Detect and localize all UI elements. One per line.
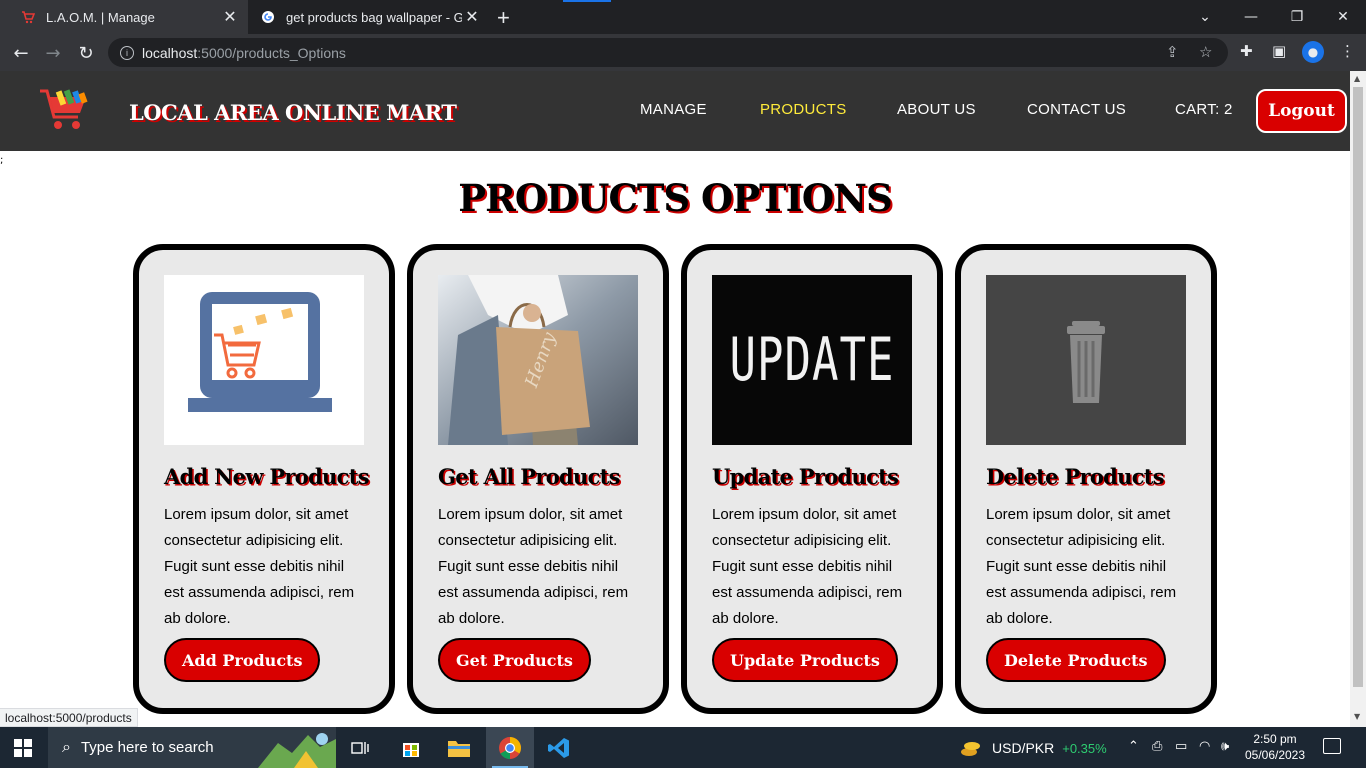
file-explorer-icon[interactable] xyxy=(435,727,483,768)
page-scrollbar[interactable]: ▲ ▼ xyxy=(1350,71,1366,727)
volume-icon[interactable]: 🕪 xyxy=(1221,739,1229,754)
tab-title: L.A.O.M. | Manage xyxy=(46,9,155,25)
brand-title[interactable]: LOCAL AREA ONLINE MART xyxy=(129,100,457,125)
delete-products-button[interactable]: Delete Products xyxy=(986,638,1166,682)
microsoft-store-icon[interactable] xyxy=(387,727,435,768)
nav-products[interactable]: PRODUCTS xyxy=(760,101,847,118)
stray-text: ; xyxy=(0,155,4,166)
card-get-products: Henry Get All Products Lorem ipsum dolor… xyxy=(407,244,669,714)
google-favicon-icon xyxy=(260,9,276,25)
card-description: Lorem ipsum dolor, sit amet consectetur … xyxy=(438,506,629,627)
ticker-change: +0.35% xyxy=(1062,740,1107,756)
search-highlight-illustration xyxy=(258,733,336,768)
search-icon: ⌕ xyxy=(62,738,71,756)
browser-tab[interactable]: get products bag wallpaper - Go ✕ xyxy=(248,0,490,34)
nav-manage[interactable]: MANAGE xyxy=(640,101,707,118)
address-bar[interactable]: i localhost:5000/products_Options ⇪ ☆ xyxy=(108,38,1228,67)
ticker-label: USD/PKR xyxy=(992,740,1055,756)
bookmark-star-icon[interactable]: ☆ xyxy=(1199,43,1212,61)
card-update-products: UPDATE Update Products Lorem ipsum dolor… xyxy=(681,244,943,714)
reload-icon[interactable]: ↻ xyxy=(73,40,99,66)
close-icon[interactable]: ✕ xyxy=(462,7,482,27)
card-title: Get All Products xyxy=(438,464,620,489)
link-status-bar: localhost:5000/products xyxy=(0,708,138,727)
scrollbar-thumb[interactable] xyxy=(1353,87,1363,687)
tab-accent-line xyxy=(563,0,611,2)
site-navbar: LOCAL AREA ONLINE MART MANAGE PRODUCTS A… xyxy=(0,71,1350,151)
card-description: Lorem ipsum dolor, sit amet consectetur … xyxy=(712,506,903,627)
forward-icon[interactable]: → xyxy=(40,40,66,66)
card-title: Add New Products xyxy=(164,464,370,489)
battery-icon[interactable]: ▭ xyxy=(1175,739,1187,754)
vscode-icon[interactable] xyxy=(535,727,583,768)
wifi-icon[interactable]: ◠ xyxy=(1199,739,1210,754)
minimize-button[interactable]: — xyxy=(1228,0,1274,34)
scroll-up-icon[interactable]: ▲ xyxy=(1354,74,1360,83)
task-view-icon[interactable] xyxy=(336,727,384,768)
url-path: :5000/products_Options xyxy=(197,44,346,61)
notification-icon[interactable] xyxy=(1323,738,1341,754)
chrome-taskbar-icon[interactable] xyxy=(486,727,534,768)
cart-favicon-icon xyxy=(20,9,36,25)
card-title: Update Products xyxy=(712,464,899,489)
add-products-button[interactable]: Add Products xyxy=(164,638,321,682)
browser-toolbar: ← → ↻ i localhost:5000/products_Options … xyxy=(0,34,1366,71)
card-description: Lorem ipsum dolor, sit amet consectetur … xyxy=(986,506,1177,627)
coins-icon xyxy=(961,742,980,756)
nav-cart[interactable]: CART: 2 xyxy=(1175,101,1233,118)
update-chalkboard: UPDATE xyxy=(712,275,912,445)
scroll-down-icon[interactable]: ▼ xyxy=(1354,712,1360,721)
browser-tab-bar: L.A.O.M. | Manage ✕ get products bag wal… xyxy=(0,0,1366,34)
back-icon[interactable]: ← xyxy=(8,40,34,66)
new-tab-button[interactable]: + xyxy=(497,5,510,31)
windows-start-icon[interactable] xyxy=(14,739,32,757)
get-products-button[interactable]: Get Products xyxy=(438,638,591,682)
tab-title: get products bag wallpaper - Go xyxy=(286,9,462,25)
card-add-products: Add New Products Lorem ipsum dolor, sit … xyxy=(133,244,395,714)
trash-can-icon xyxy=(986,275,1186,445)
meet-now-icon[interactable]: ⎙ xyxy=(1152,739,1162,754)
search-placeholder: Type here to search xyxy=(80,739,214,756)
shopping-bag-photo: Henry xyxy=(438,275,638,445)
laptop-cart-illustration xyxy=(164,275,364,445)
clock-date: 05/06/2023 xyxy=(1244,748,1306,762)
nav-contact[interactable]: CONTACT US xyxy=(1027,101,1126,118)
update-products-button[interactable]: Update Products xyxy=(712,638,898,682)
nav-about[interactable]: ABOUT US xyxy=(897,101,976,118)
card-title: Delete Products xyxy=(986,464,1165,489)
tray-chevron-up-icon[interactable]: ⌃ xyxy=(1128,739,1139,754)
card-delete-products: Delete Products Lorem ipsum dolor, sit a… xyxy=(955,244,1217,714)
menu-kebab-icon[interactable]: ⋮ xyxy=(1340,42,1355,60)
clock-time: 2:50 pm xyxy=(1253,732,1297,746)
share-icon[interactable]: ⇪ xyxy=(1166,43,1179,61)
update-chalk-text: UPDATE xyxy=(729,325,895,395)
windows-taskbar: ⌕ Type here to search USD/PKR +0.35% ⌃ ⎙… xyxy=(0,727,1366,768)
restore-button[interactable]: ❐ xyxy=(1274,0,1320,34)
cart-logo-icon[interactable] xyxy=(38,87,90,133)
browser-tab-active[interactable]: L.A.O.M. | Manage ✕ xyxy=(0,0,248,34)
card-description: Lorem ipsum dolor, sit amet consectetur … xyxy=(164,506,355,627)
page-title: PRODUCTS OPTIONS xyxy=(458,176,892,220)
side-panel-icon[interactable]: ▣ xyxy=(1272,42,1286,60)
tab-search-icon[interactable]: ⌄ xyxy=(1182,0,1228,34)
logout-button[interactable]: Logout xyxy=(1256,89,1347,133)
close-icon[interactable]: ✕ xyxy=(220,7,240,27)
info-icon[interactable]: i xyxy=(120,45,134,60)
close-window-button[interactable]: ✕ xyxy=(1320,0,1366,34)
profile-avatar[interactable]: ● xyxy=(1302,41,1324,63)
extensions-icon[interactable]: ✚ xyxy=(1240,42,1253,60)
taskbar-search-box[interactable]: ⌕ Type here to search xyxy=(48,727,336,768)
currency-ticker[interactable]: USD/PKR +0.35% xyxy=(960,738,1107,758)
taskbar-clock[interactable]: 2:50 pm 05/06/2023 xyxy=(1240,731,1310,763)
url-host: localhost xyxy=(142,44,198,61)
